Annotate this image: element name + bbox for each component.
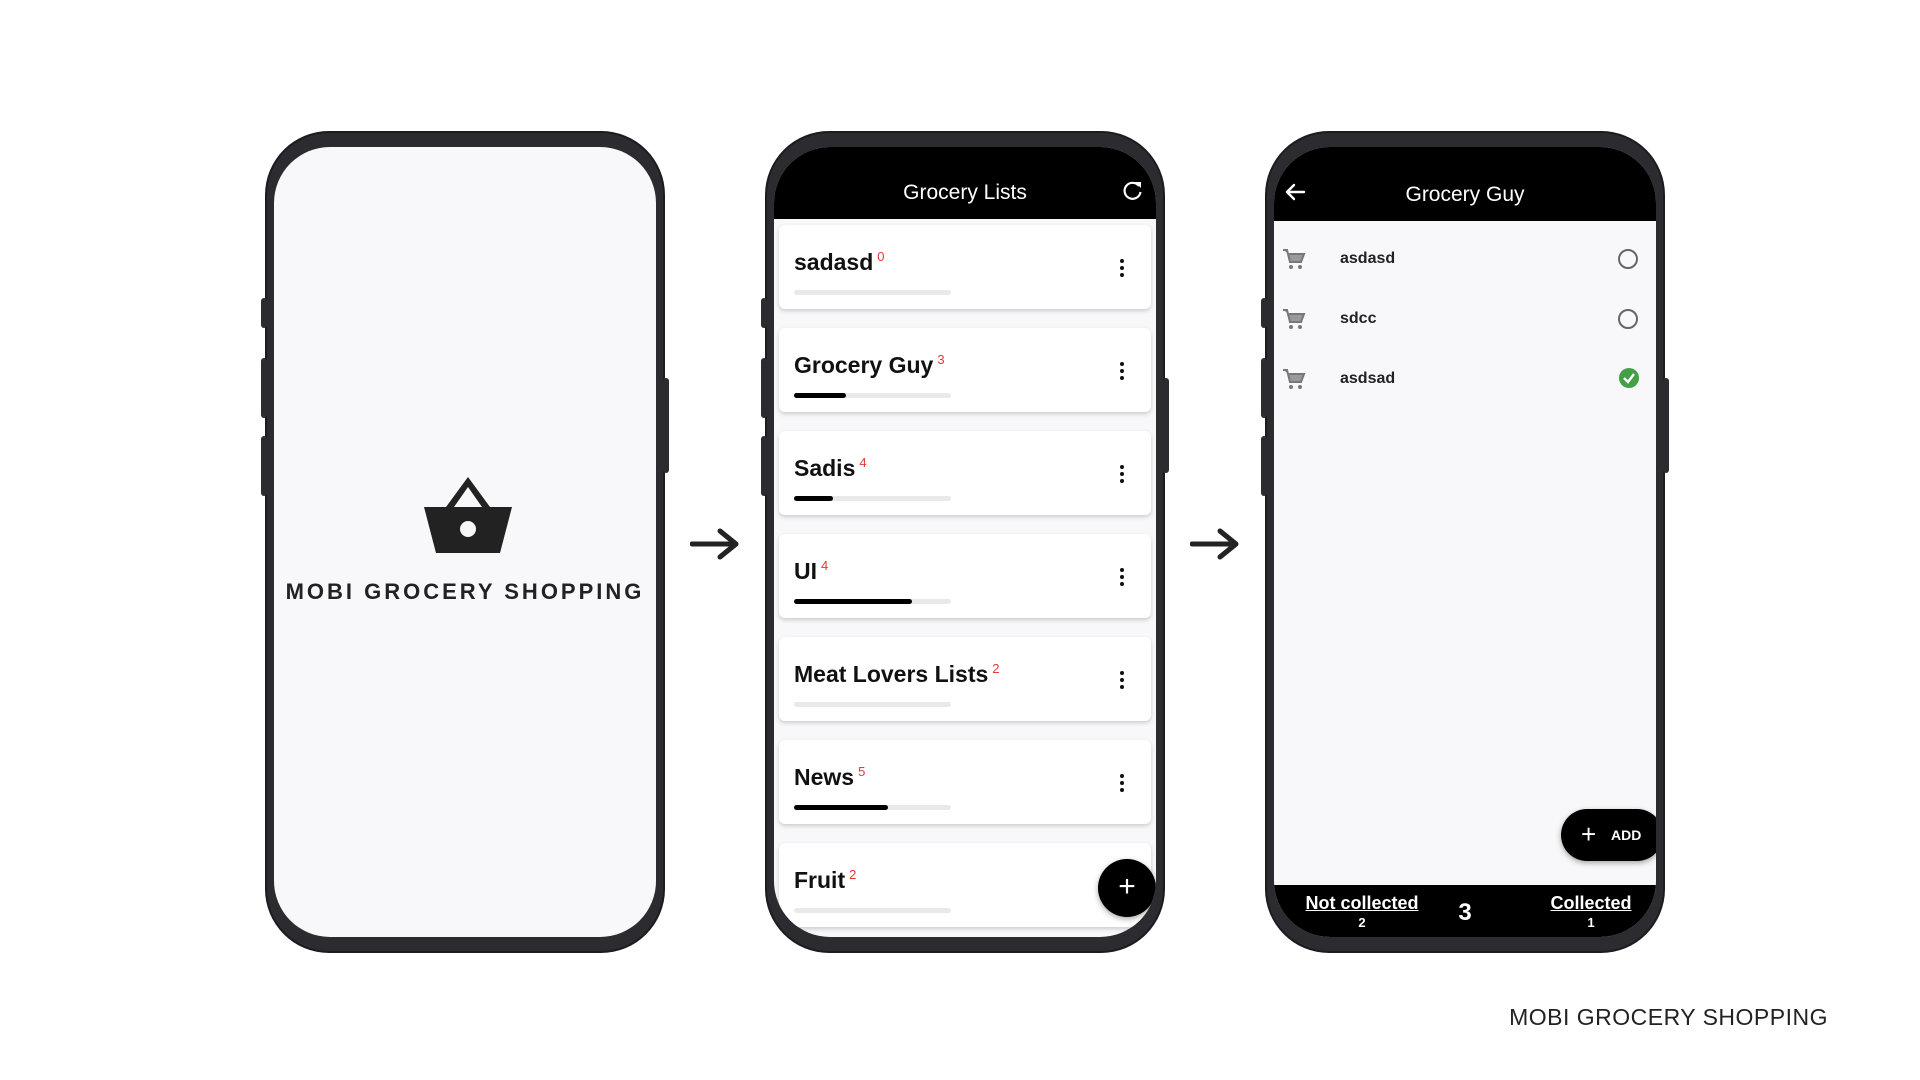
item-count: 2: [992, 661, 1000, 677]
side-button: [761, 436, 767, 496]
list-name: Sadis 4: [794, 455, 867, 482]
list-name: sadasd 0: [794, 249, 885, 276]
list-name: UI 4: [794, 558, 828, 585]
more-vert-icon[interactable]: [1119, 774, 1125, 794]
shopping-basket-icon: [424, 477, 512, 553]
progress-fill: [794, 393, 846, 398]
list-card[interactable]: Grocery Guy 3: [779, 328, 1151, 412]
lists-screen: Grocery Lists sadasd 0 Grocery Guy 3 Sadis 4 U…: [774, 147, 1156, 937]
app-header: Grocery Guy: [1274, 147, 1656, 221]
side-button: [761, 358, 767, 418]
side-button: [1261, 358, 1267, 418]
list-card[interactable]: UI 4: [779, 534, 1151, 618]
radio-button[interactable]: [1618, 309, 1638, 329]
caption: MOBI GROCERY SHOPPING: [1509, 1004, 1828, 1030]
item-count: 3: [937, 352, 945, 368]
radio-button[interactable]: [1618, 249, 1638, 269]
progress-fill: [794, 805, 889, 810]
list-name-text: UI: [794, 558, 817, 584]
arrow-right-icon: [690, 528, 739, 560]
phone-detail: Grocery Guy asdasd sdcc asdsad + ADD Not c…: [1261, 133, 1669, 951]
progress-bar: [794, 599, 951, 604]
list-name-text: News: [794, 764, 855, 790]
side-button: [1663, 378, 1669, 473]
tab-label: Collected: [1550, 893, 1632, 913]
more-vert-icon[interactable]: [1119, 568, 1125, 588]
list-card[interactable]: News 5: [779, 740, 1151, 824]
list-name: Fruit 2: [794, 867, 856, 894]
more-vert-icon[interactable]: [1119, 259, 1125, 279]
progress-fill: [794, 599, 912, 604]
list-card[interactable]: Sadis 4: [779, 431, 1151, 515]
side-button: [261, 436, 267, 496]
item-count: 4: [859, 455, 867, 471]
item-count: 4: [821, 558, 829, 574]
add-label: ADD: [1611, 827, 1642, 843]
list-name-text: Sadis: [794, 455, 856, 481]
list-name: Grocery Guy 3: [794, 352, 945, 379]
plus-icon: +: [1581, 819, 1597, 849]
side-button: [663, 378, 669, 473]
list-card[interactable]: Fruit 2: [779, 843, 1151, 927]
header-title: Grocery Lists: [903, 181, 1027, 204]
refresh-icon[interactable]: [1122, 179, 1144, 201]
add-item-button[interactable]: + ADD: [1561, 809, 1656, 861]
splash-title: MOBI GROCERY SHOPPING: [285, 579, 645, 604]
list-name: Meat Lovers Lists 2: [794, 661, 1000, 688]
progress-bar: [794, 908, 951, 913]
progress-bar: [794, 393, 951, 398]
header-title: Grocery Guy: [1405, 183, 1525, 206]
side-button: [1261, 298, 1267, 328]
arrow-right-icon: [1190, 528, 1239, 560]
item-name: sdcc: [1340, 310, 1377, 327]
item-count: 2: [849, 867, 857, 883]
check-circle-icon[interactable]: [1618, 367, 1640, 389]
list-name-text: Fruit: [794, 867, 846, 893]
more-vert-icon[interactable]: [1119, 465, 1125, 485]
app-header: Grocery Lists: [774, 147, 1156, 219]
side-button: [761, 298, 767, 328]
list-item[interactable]: sdcc: [1274, 289, 1656, 349]
add-list-button[interactable]: +: [1098, 859, 1156, 917]
progress-bar: [794, 702, 951, 707]
list-name-text: Meat Lovers Lists: [794, 661, 989, 687]
progress-bar: [794, 290, 951, 295]
phone-splash: MOBI GROCERY SHOPPING: [261, 133, 669, 951]
list-name-text: Grocery Guy: [794, 352, 934, 378]
list-card[interactable]: sadasd 0: [779, 225, 1151, 309]
bottom-bar: Not collected 2 3 Collected 1: [1274, 885, 1656, 937]
progress-fill: [794, 496, 834, 501]
progress-bar: [794, 805, 951, 810]
list-name: News 5: [794, 764, 865, 791]
side-button: [1261, 436, 1267, 496]
more-vert-icon[interactable]: [1119, 671, 1125, 691]
item-name: asdsad: [1340, 370, 1396, 387]
side-button: [261, 358, 267, 418]
item-count: 5: [858, 764, 866, 780]
tab-count: 1: [1587, 915, 1595, 930]
detail-screen: Grocery Guy asdasd sdcc asdsad + ADD Not c…: [1274, 147, 1656, 937]
progress-bar: [794, 496, 951, 501]
cart-icon: [1283, 309, 1306, 329]
side-button: [1163, 378, 1169, 473]
side-button: [261, 298, 267, 328]
list-name-text: sadasd: [794, 249, 874, 275]
phone-lists: Grocery Lists sadasd 0 Grocery Guy 3 Sadis 4 U…: [761, 133, 1169, 951]
cart-icon: [1283, 369, 1306, 389]
item-name: asdasd: [1340, 250, 1396, 267]
cart-icon: [1283, 249, 1306, 269]
list-item[interactable]: asdasd: [1274, 229, 1656, 289]
list-card[interactable]: Meat Lovers Lists 2: [779, 637, 1151, 721]
list-item[interactable]: asdsad: [1274, 349, 1656, 409]
item-count: 0: [877, 249, 885, 265]
tab-collected[interactable]: Collected 1: [1546, 893, 1636, 930]
splash-screen: MOBI GROCERY SHOPPING: [274, 147, 656, 937]
more-vert-icon[interactable]: [1119, 362, 1125, 382]
